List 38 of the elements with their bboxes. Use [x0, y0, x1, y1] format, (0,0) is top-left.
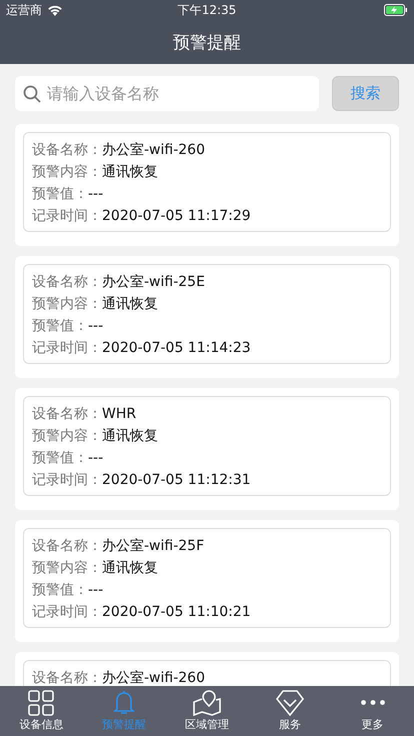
detail-line: 记录时间：2020-07-05 11:17:29 — [32, 207, 251, 226]
alert-card[interactable]: 设备名称：办公室-wifi-25F 预警内容：通讯恢复 预警值：--- 记录时间：2020-07-05 11:10:21 — [15, 520, 399, 642]
detail-line: 预警内容：通讯恢复 — [32, 163, 158, 182]
detail-line: 预警值：--- — [32, 581, 104, 600]
detail-line: 记录时间：2020-07-05 11:14:23 — [32, 339, 251, 358]
detail-line: 预警值：--- — [32, 449, 104, 468]
detail-line: 预警内容：通讯恢复 — [32, 559, 158, 578]
detail-line: 预警值：--- — [32, 317, 104, 336]
bell-icon — [113, 690, 136, 716]
grid-icon — [28, 690, 54, 716]
search-icon — [23, 84, 41, 102]
detail-line: 设备名称：办公室-wifi-25E — [32, 273, 205, 292]
detail-line: 预警内容：通讯恢复 — [32, 295, 158, 314]
wifi-icon — [47, 4, 63, 16]
status-time: 下午12:35 — [176, 2, 238, 18]
detail-line: 预警值：--- — [32, 185, 104, 204]
diamond-icon — [276, 690, 304, 716]
alert-card[interactable]: 设备名称：办公室-wifi-25E 预警内容：通讯恢复 预警值：--- 记录时间：2020-07-05 11:14:23 — [15, 256, 399, 378]
alert-card[interactable]: 设备名称：办公室-wifi-260 预警内容：通讯恢复 预警值：--- 记录时间：2020-07-05 11:17:29 — [15, 124, 399, 246]
detail-line: 记录时间：2020-07-05 11:10:21 — [32, 603, 251, 622]
page-title: 预警提醒 — [173, 32, 241, 54]
alert-card[interactable]: 设备名称：办公室-wifi-260 — [15, 652, 399, 686]
carrier-name: 运营商 — [6, 2, 42, 18]
map-pin-icon — [192, 690, 221, 716]
more-icon — [360, 700, 385, 705]
detail-line: 设备名称：办公室-wifi-260 — [32, 141, 205, 160]
detail-line: 设备名称：办公室-wifi-25F — [32, 537, 204, 556]
tab-item[interactable]: 设备信息 — [0, 686, 83, 736]
search-field[interactable]: 请输入设备名称 — [15, 76, 319, 111]
tab-item[interactable]: 区域管理 — [166, 686, 248, 736]
tab-item[interactable]: 更多 — [331, 686, 414, 736]
alert-card[interactable]: 设备名称：WHR 预警内容：通讯恢复 预警值：--- 记录时间：2020-07-05 11:12:31 — [15, 388, 399, 510]
detail-line: 设备名称：WHR — [32, 405, 136, 424]
detail-line: 设备名称：办公室-wifi-260 — [32, 669, 205, 686]
battery-icon — [384, 4, 408, 16]
detail-line: 预警内容：通讯恢复 — [32, 427, 158, 446]
detail-line: 记录时间：2020-07-05 11:12:31 — [32, 471, 251, 490]
tab-item[interactable]: 服务 — [248, 686, 332, 736]
